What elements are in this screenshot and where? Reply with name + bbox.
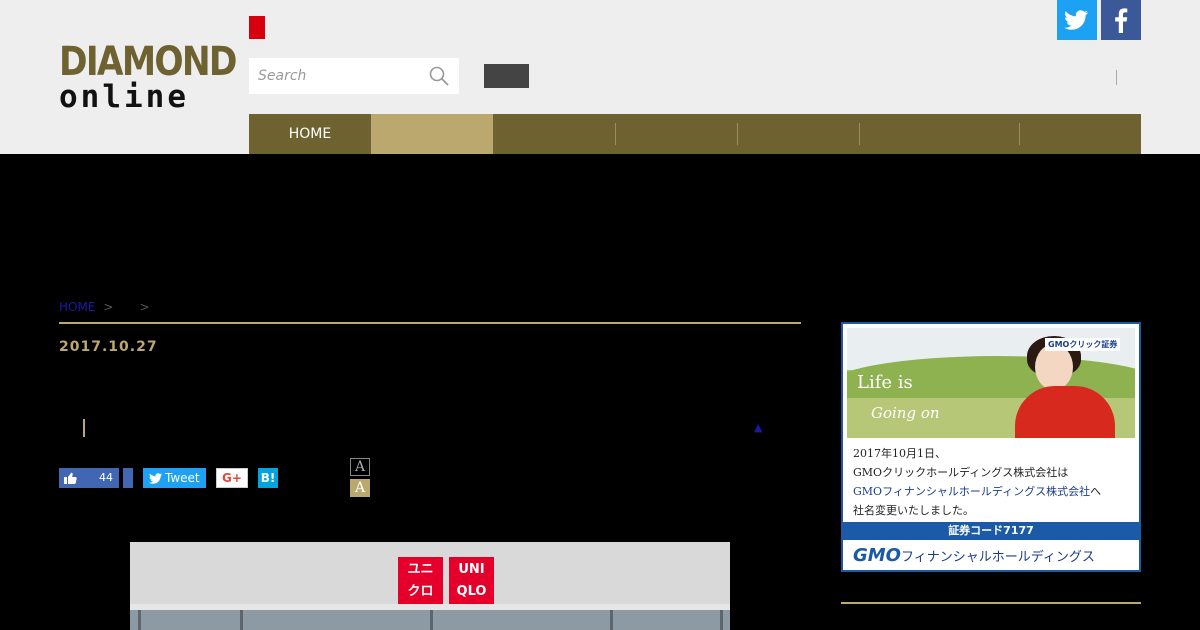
breadcrumb: HOME > > (59, 300, 158, 314)
ad-footer-text: フィナンシャルホールディングス (901, 550, 1095, 565)
ad-scene: GMOクリック証券 Life is Going on (847, 328, 1135, 438)
tweet-button[interactable]: Tweet (143, 468, 206, 488)
uniqlo-logo-latin: UNI QLO (449, 557, 494, 605)
logo-text: UNI (458, 562, 485, 577)
font-size-small-button[interactable]: A (350, 458, 370, 476)
ad-text-suffix: へ (1090, 485, 1102, 498)
nav-item-2[interactable] (371, 114, 493, 154)
breadcrumb-separator: > (103, 300, 114, 314)
ad-text-line: 社名変更いたしました。 (853, 504, 974, 517)
logo-text: クロ (407, 584, 434, 599)
photo-frame (610, 610, 613, 630)
hatena-bookmark-button[interactable]: B! (258, 468, 278, 488)
logo-line1: DIAMOND (59, 39, 237, 85)
twitter-bird-icon (149, 473, 162, 484)
ad-text-highlight: GMOフィナンシャルホールディングス株式会社 (853, 485, 1091, 498)
twitter-button[interactable] (1057, 0, 1097, 40)
ad-text: 2017年10月1日、 GMOクリックホールディングス株式会社は GMOフィナン… (853, 444, 1133, 520)
up-arrow-icon[interactable]: ▲ (754, 421, 762, 434)
photo-frame (240, 610, 243, 630)
nav-item-7[interactable] (1019, 114, 1141, 154)
nav-item-home[interactable]: HOME (249, 114, 371, 154)
ad-footer: GMOフィナンシャルホールディングス (853, 544, 1133, 568)
article-photo: ユニ クロ UNI QLO (130, 542, 730, 630)
search-box[interactable]: Search (249, 58, 459, 94)
thumbs-up-icon (64, 472, 77, 484)
ad-stock-code: 証券コード7177 (843, 522, 1139, 540)
ad-brand-tag: GMOクリック証券 (1045, 338, 1121, 351)
header-divider (1116, 70, 1117, 85)
nav-item-5[interactable] (737, 114, 859, 154)
nav-item-6[interactable] (859, 114, 1019, 154)
photo-frame (430, 610, 433, 630)
title-divider (59, 322, 801, 324)
twitter-bird-icon (1064, 10, 1088, 30)
red-marker (249, 16, 265, 39)
facebook-button[interactable] (1101, 0, 1141, 40)
ad-person-jacket (1015, 386, 1115, 438)
breadcrumb-separator: > (139, 300, 150, 314)
font-size-large-button[interactable]: A (350, 479, 370, 497)
photo-frame (720, 610, 723, 630)
search-input[interactable]: Search (258, 68, 306, 84)
logo-text: QLO (456, 584, 487, 599)
ad-footer-brand: GMO (853, 545, 901, 566)
gmo-advertisement[interactable]: GMOクリック証券 Life is Going on 2017年10月1日、 G… (841, 322, 1141, 572)
uniqlo-logo-katakana: ユニ クロ (398, 557, 443, 605)
tweet-label: Tweet (165, 471, 200, 485)
nav-item-4[interactable] (615, 114, 737, 154)
author-marker (83, 419, 85, 437)
header-button[interactable] (484, 64, 529, 88)
like-count: 44 (99, 471, 113, 484)
ad-headline-2: Going on (871, 404, 940, 422)
photo-frame (138, 610, 141, 630)
ad-text-line: 2017年10月1日、 (853, 447, 946, 460)
logo-line2: online (59, 79, 189, 115)
logo-text: ユニ (407, 562, 434, 577)
sidebar-divider (841, 602, 1141, 604)
gplus-button[interactable]: G+ (216, 468, 248, 488)
site-header: DIAMOND online Search HOME (0, 0, 1200, 154)
main-nav: HOME (249, 114, 1141, 154)
nav-item-3[interactable] (493, 114, 615, 154)
breadcrumb-home[interactable]: HOME (59, 300, 95, 314)
ad-text-line: GMOクリックホールディングス株式会社は (853, 466, 1069, 479)
like-extra[interactable] (123, 468, 133, 488)
article-date: 2017.10.27 (59, 339, 158, 355)
facebook-f-icon (1115, 8, 1128, 33)
ad-text-line: GMOフィナンシャルホールディングス株式会社へ (853, 482, 1133, 501)
ad-headline-1: Life is (857, 372, 913, 393)
facebook-like-button[interactable]: 44 (59, 468, 119, 488)
site-logo[interactable]: DIAMOND online (59, 40, 237, 115)
search-icon[interactable] (429, 66, 449, 86)
